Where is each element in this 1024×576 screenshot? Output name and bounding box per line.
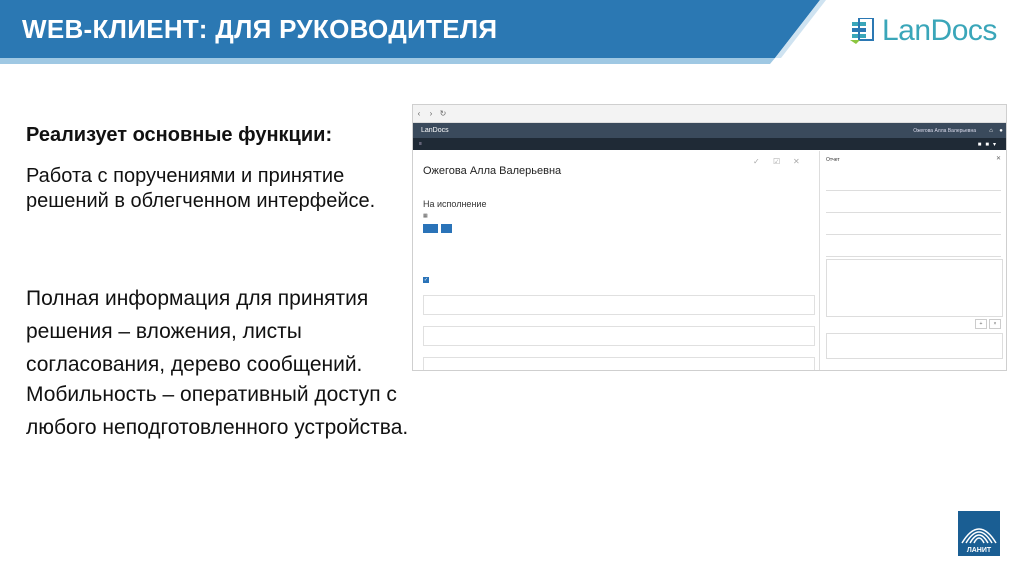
lanit-logo: ЛАНИТ — [958, 511, 1000, 556]
app-header: LanDocs Ожегова Алла Валерьевна ⌂ ● — [413, 123, 1006, 138]
report-buttons: + × — [975, 319, 1001, 329]
add-icon: + — [975, 319, 987, 329]
report-text-area — [826, 259, 1003, 317]
browser-toolbar: ‹ › ↻ — [413, 105, 1006, 123]
lanit-logo-icon — [961, 528, 997, 544]
toolbar-icons: ■■▾ — [977, 141, 1000, 148]
page-title: WEB-КЛИЕНТ: ДЛЯ РУКОВОДИТЕЛЯ — [22, 14, 498, 44]
report-panel: Отчет ✕ + × — [819, 151, 1006, 370]
app-subbar: ≡ ■■▾ — [413, 138, 1006, 150]
refresh-icon: ↻ — [439, 109, 447, 118]
user-name: Ожегова Алла Валерьевна — [913, 127, 976, 134]
report-close-icon: ✕ — [995, 156, 1001, 162]
approve-icon: ☑ — [773, 157, 781, 166]
paragraph-mobility: Мобильность – оперативный доступ с любог… — [26, 383, 409, 439]
comment-field — [423, 357, 815, 370]
menu-icon: ≡ — [419, 141, 422, 147]
document-field — [423, 326, 815, 346]
landocs-logo-icon — [850, 18, 874, 44]
card-person: Ожегова Алла Валерьевна — [423, 165, 562, 177]
back-icon: ‹ — [417, 109, 421, 118]
card-dates: ▦ — [423, 213, 428, 219]
landocs-logo-text: LanDocs — [882, 14, 997, 47]
report-row-1 — [826, 181, 1001, 191]
control-checkbox: ✓ — [423, 277, 432, 283]
checkbox-icon: ✓ — [423, 277, 429, 283]
report-row-2 — [826, 203, 1001, 213]
tag-2 — [440, 224, 453, 233]
check-icon: ✓ — [753, 157, 760, 166]
paragraph-orders: Работа с поручениями и принятие решений … — [26, 165, 376, 212]
remove-icon: × — [989, 319, 1001, 329]
card-section: На исполнение — [423, 199, 487, 209]
tag-1 — [423, 224, 438, 233]
web-client-screenshot: ‹ › ↻ LanDocs Ожегова Алла Валерьевна ⌂ … — [412, 104, 1007, 371]
report-row-4 — [826, 247, 1001, 257]
card-pane: ✓ ☑ ✕ Ожегова Алла Валерьевна На исполне… — [413, 151, 815, 370]
forward-icon: › — [429, 109, 433, 118]
features-heading: Реализует основные функции: — [26, 124, 333, 146]
landocs-logo: LanDocs — [850, 14, 997, 48]
close-icon: ✕ — [793, 157, 800, 166]
lanit-logo-text: ЛАНИТ — [966, 547, 992, 554]
user-icon: ● — [999, 127, 1003, 134]
home-icon: ⌂ — [989, 127, 993, 134]
report-document-box — [826, 333, 1003, 359]
card-tags — [423, 224, 453, 233]
report-panel-title: Отчет — [826, 157, 840, 163]
app-brand: LanDocs — [421, 127, 449, 134]
message-field — [423, 295, 815, 315]
paragraph-information: Полная информация для принятия решения –… — [26, 287, 369, 376]
report-row-3 — [826, 225, 1001, 235]
